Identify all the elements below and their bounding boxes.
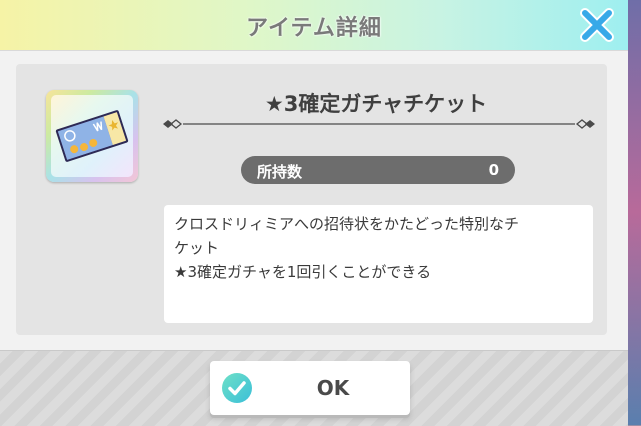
item-detail-dialog: アイテム詳細 ★3確定ガチャチケット 所持数 0 クロスドリィミアへの招待状をか… (0, 0, 628, 426)
owned-count-label: 所持数 (257, 163, 303, 181)
description-line: ケット (174, 239, 220, 257)
close-button[interactable] (580, 8, 614, 42)
dialog-title: アイテム詳細 (246, 16, 382, 41)
item-info-panel: ★3確定ガチャチケット 所持数 0 クロスドリィミアへの招待状をかたどった特別な… (16, 64, 607, 335)
close-x-icon (580, 8, 614, 42)
ok-button-label: OK (316, 376, 350, 400)
description-line: クロスドリィミアへの招待状をかたどった特別なチ (174, 215, 520, 233)
item-icon-frame (46, 90, 138, 182)
title-ornament-divider (163, 119, 595, 129)
dialog-header: アイテム詳細 (0, 0, 628, 51)
ok-button[interactable]: OK (210, 361, 410, 415)
item-icon-background (51, 95, 133, 177)
item-name: ★3確定ガチャチケット (264, 92, 488, 116)
owned-count-value: 0 (488, 161, 499, 179)
gacha-ticket-icon (55, 110, 129, 162)
item-description-box: クロスドリィミアへの招待状をかたどった特別なチ ケット ★3確定ガチャを1回引く… (164, 205, 593, 323)
owned-count-bar: 所持数 0 (241, 156, 515, 184)
description-line: ★3確定ガチャを1回引くことができる (174, 263, 432, 281)
